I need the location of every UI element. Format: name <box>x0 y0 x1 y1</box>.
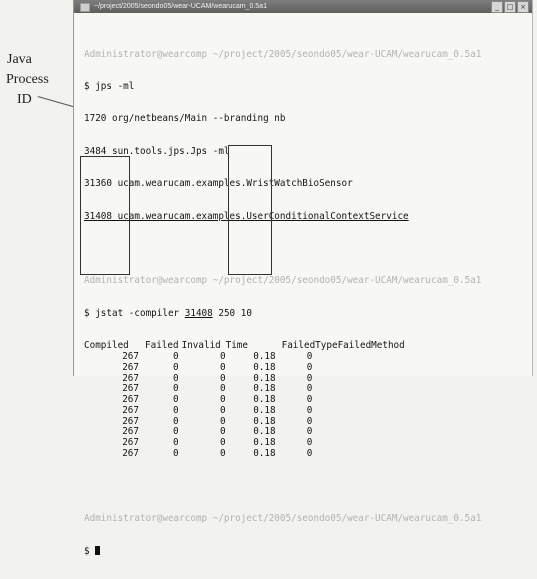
cell-failed: 0 <box>172 361 179 373</box>
cell-compiled: 267 <box>122 383 139 395</box>
cell-invalid: 0 <box>219 404 226 416</box>
header-invalid: Invalid <box>181 340 221 352</box>
jps-output-line: 1720 org/netbeans/Main --branding nb <box>84 113 286 125</box>
jstat-output-table: Compiled Failed Invalid Time FailedType … <box>84 340 405 460</box>
cell-time: 0.18 <box>253 383 276 395</box>
window-title: ~/project/2005/seondo05/wear-UCAM/wearuc… <box>94 3 267 10</box>
jps-output-line: 31360 ucam.wearucam.examples.WristWatchB… <box>84 178 353 190</box>
cell-time: 0.18 <box>253 437 276 449</box>
cell-invalid: 0 <box>219 394 226 406</box>
cell-failed-method <box>338 427 405 438</box>
cell-time: 0.18 <box>253 404 276 416</box>
command-jstat-suffix: 250 10 <box>212 307 252 319</box>
jstat-row: 267 0 0 0.18 0 <box>84 437 405 449</box>
cell-failed: 0 <box>172 415 179 427</box>
cell-failed-method <box>338 395 405 406</box>
annotation-line-3: ID <box>17 92 32 107</box>
cell-failed: 0 <box>172 372 179 384</box>
command-jstat-pid: 31408 <box>184 307 213 319</box>
cell-compiled: 267 <box>122 394 139 406</box>
text-cursor <box>95 546 101 556</box>
jstat-row: 267 0 0 0.18 0 <box>84 404 405 417</box>
cell-failed-method <box>338 384 405 395</box>
cell-failed-method <box>338 417 405 428</box>
command-input-line[interactable]: $ <box>84 546 524 557</box>
cell-compiled: 267 <box>122 404 139 416</box>
cell-time: 0.18 <box>253 448 276 460</box>
cell-compiled: 267 <box>122 448 139 460</box>
jstat-row: 267 0 0 0.18 0 <box>84 415 405 428</box>
jstat-row: 267 0 0 0.18 0 <box>84 448 405 460</box>
window-controls: _ □ × <box>491 1 529 13</box>
jstat-row: 267 0 0 0.18 0 <box>84 383 405 395</box>
minimize-button[interactable]: _ <box>491 1 503 13</box>
compiled-column-highlight-box <box>80 156 130 275</box>
terminal-window[interactable]: ~/project/2005/seondo05/wear-UCAM/wearuc… <box>73 0 533 557</box>
command-jstat-prefix: $ jstat -compiler <box>84 307 185 319</box>
cell-time: 0.18 <box>253 415 276 427</box>
cell-failed-type: 0 <box>306 394 313 406</box>
title-bar[interactable]: ~/project/2005/seondo05/wear-UCAM/wearuc… <box>74 0 532 13</box>
cell-invalid: 0 <box>219 437 226 449</box>
cell-failed: 0 <box>172 394 179 406</box>
cell-failed-type: 0 <box>306 426 313 438</box>
terminal-app-icon <box>80 3 90 12</box>
cell-time: 0.18 <box>253 394 276 406</box>
java-process-id-annotation: Java Process ID <box>6 50 72 110</box>
cell-failed-type: 0 <box>306 404 313 416</box>
jps-output-line-highlighted: 31408 ucam.wearucam.examples.UserConditi… <box>84 210 409 222</box>
shell-prompt-2: Administrator@wearcomp ~/project/2005/se… <box>84 275 482 287</box>
command-jps: $ jps -ml <box>84 80 135 92</box>
jstat-row: 267 0 0 0.18 0 <box>84 427 405 438</box>
cell-time: 0.18 <box>253 361 276 373</box>
cell-failed-method <box>338 406 405 417</box>
cell-compiled: 267 <box>122 437 139 449</box>
header-failed-method: FailedMethod <box>337 340 405 352</box>
prompt-symbol: $ <box>84 546 96 558</box>
cell-failed-method <box>338 374 405 385</box>
cell-compiled: 267 <box>122 426 139 438</box>
cell-invalid: 0 <box>219 448 226 460</box>
cell-invalid: 0 <box>219 361 226 373</box>
cell-failed-type: 0 <box>306 448 313 460</box>
close-button[interactable]: × <box>517 1 529 13</box>
cell-failed-type: 0 <box>306 383 313 395</box>
cell-failed-type: 0 <box>306 372 313 384</box>
jstat-row: 267 0 0 0.18 0 <box>84 361 405 374</box>
cell-time: 0.18 <box>253 426 276 438</box>
cell-invalid: 0 <box>219 426 226 438</box>
cell-failed-method <box>338 363 405 374</box>
cell-time: 0.18 <box>253 372 276 384</box>
cell-compiled: 267 <box>122 361 139 373</box>
command-jstat: $ jstat -compiler 31408 250 10 <box>84 307 524 320</box>
cell-failed-method <box>338 449 405 460</box>
cell-failed: 0 <box>172 448 179 460</box>
annotation-line-2: Process <box>6 72 49 87</box>
maximize-button[interactable]: □ <box>504 1 516 13</box>
cell-failed-type: 0 <box>306 361 313 373</box>
shell-prompt-1: Administrator@wearcomp ~/project/2005/se… <box>84 48 482 60</box>
shell-prompt-3: Administrator@wearcomp ~/project/2005/se… <box>84 512 482 524</box>
annotation-line-1: Java <box>7 52 32 67</box>
cell-failed-method <box>338 352 405 363</box>
cell-invalid: 0 <box>219 350 226 362</box>
jstat-row: 267 0 0 0.18 0 <box>84 372 405 385</box>
cell-compiled: 267 <box>122 415 139 427</box>
cell-compiled: 267 <box>122 372 139 384</box>
cell-failed: 0 <box>172 404 179 416</box>
jstat-row: 267 0 0 0.18 0 <box>84 394 405 406</box>
cell-failed: 0 <box>172 437 179 449</box>
cell-failed: 0 <box>172 426 179 438</box>
cell-failed: 0 <box>172 383 179 395</box>
cell-invalid: 0 <box>219 383 226 395</box>
cell-failed-method <box>338 438 405 449</box>
time-column-highlight-box <box>228 145 272 275</box>
cell-invalid: 0 <box>219 415 226 427</box>
cell-failed-type: 0 <box>306 415 313 427</box>
jps-output-line: 3484 sun.tools.jps.Jps -ml <box>84 145 230 157</box>
cell-invalid: 0 <box>219 372 226 384</box>
cell-failed-type: 0 <box>306 437 313 449</box>
terminal-output[interactable]: Administrator@wearcomp ~/project/2005/se… <box>84 28 524 579</box>
